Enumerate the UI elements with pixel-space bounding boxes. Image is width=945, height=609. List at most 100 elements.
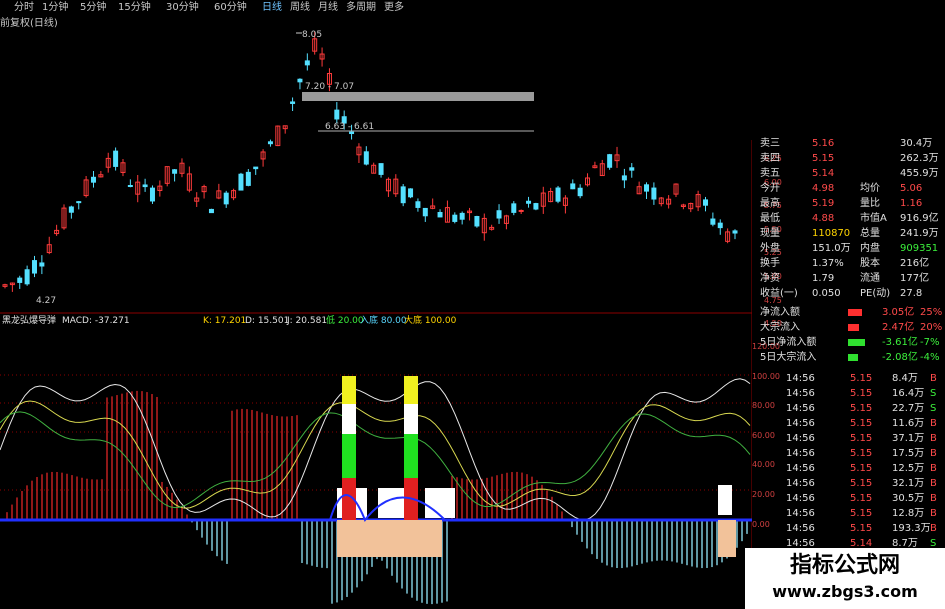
stat-label: 量比 — [860, 198, 880, 209]
period-tab-1[interactable]: 1分钟 — [42, 0, 68, 16]
candle-body — [607, 154, 613, 168]
tick-price: 5.15 — [850, 448, 873, 459]
candle-body — [334, 109, 340, 120]
chart-title-text: 前复权(日线) — [0, 18, 58, 29]
tick-row: 14:56 5.15 22.7万 S — [752, 401, 942, 416]
candle-body — [378, 163, 384, 175]
period-tab-0[interactable]: 分时 — [14, 0, 34, 16]
period-tab-5[interactable]: 60分钟 — [214, 0, 247, 16]
period-tab-2[interactable]: 5分钟 — [80, 0, 106, 16]
candle-body — [245, 171, 251, 186]
period-tab-7[interactable]: 周线 — [290, 0, 310, 16]
tower-yellow — [404, 376, 418, 404]
tick-volume: 8.4万 — [892, 373, 918, 384]
stat-value: 1.79 — [812, 273, 835, 284]
ask-row: 卖三 5.16 30.4万 — [752, 136, 942, 151]
low-price-label: 4.27 — [36, 296, 57, 306]
candle-body — [710, 218, 716, 225]
flow-value: 3.05亿 — [882, 307, 915, 318]
tick-price: 5.15 — [850, 418, 873, 429]
inflow-level: 入底 80.00 — [360, 316, 407, 326]
ask-price: 5.15 — [812, 153, 835, 164]
tick-row: 14:56 5.15 37.1万 B — [752, 431, 942, 446]
tick-row: 14:56 5.15 32.1万 B — [752, 476, 942, 491]
stat-value: 151.0万 — [812, 243, 851, 254]
ask-row: 卖五 5.14 455.9万 — [752, 166, 942, 181]
flow-row: 大宗流入 2.47亿 20% — [752, 320, 942, 335]
candle-body — [363, 151, 369, 165]
flow-row: 5日大宗流入 -2.08亿 -4% — [752, 350, 942, 365]
period-tab-8[interactable]: 月线 — [318, 0, 338, 16]
ask-volume: 455.9万 — [900, 168, 939, 179]
stat-label: 最高 — [760, 198, 780, 209]
candle-body — [142, 184, 148, 188]
ask-row: 卖四 5.15 262.3万 — [752, 151, 942, 166]
stat-label: 收益(一) — [760, 288, 798, 299]
tick-price: 5.15 — [850, 388, 873, 399]
tick-time: 14:56 — [786, 388, 815, 399]
k-value: K: 17.201 — [203, 316, 247, 326]
stat-label: 外盘 — [760, 243, 780, 254]
candle-body — [149, 187, 155, 202]
flow-label: 5日大宗流入 — [760, 352, 817, 363]
tick-time: 14:56 — [786, 373, 815, 384]
flow-bar — [848, 339, 865, 346]
candle-body — [223, 192, 229, 205]
stat-value: 177亿 — [900, 273, 930, 284]
candle-body — [238, 173, 244, 191]
flow-bar — [848, 324, 859, 331]
stat-value: 5.06 — [900, 183, 923, 194]
tick-row: 14:56 5.15 16.4万 S — [752, 386, 942, 401]
tick-time: 14:56 — [786, 448, 815, 459]
low-level: 低 20.00 — [326, 316, 364, 326]
stat-row: 换手 1.37% 股本 216亿 — [752, 256, 942, 271]
tick-volume: 22.7万 — [892, 403, 925, 414]
candle-body — [415, 201, 421, 208]
candle-body — [437, 212, 443, 218]
tick-row: 14:56 5.15 193.3万 B — [752, 521, 942, 536]
flow-bar — [848, 354, 858, 361]
chart-title: 前复权(日线) — [0, 17, 58, 31]
tick-time: 14:56 — [786, 403, 815, 414]
stat-row: 最低 4.88 市值A 916.9亿 — [752, 211, 942, 226]
stat-value: 216亿 — [900, 258, 930, 269]
macd-value: MACD: -37.271 — [62, 316, 130, 326]
stat-label: 均价 — [860, 183, 880, 194]
tick-side: B — [930, 478, 937, 489]
tick-time: 14:56 — [786, 463, 815, 474]
stat-value: 5.19 — [812, 198, 835, 209]
tick-time: 14:56 — [786, 478, 815, 489]
stat-label: 净资 — [760, 273, 780, 284]
period-tab-3[interactable]: 15分钟 — [118, 0, 151, 16]
candle-body — [267, 141, 273, 145]
signal-white — [718, 485, 732, 515]
tower-yellow — [342, 376, 356, 404]
tick-price: 5.15 — [850, 493, 873, 504]
box1-label: 7.20 - 7.07 — [305, 82, 355, 92]
period-tab-9[interactable]: 多周期 — [346, 0, 376, 16]
tower-green — [342, 434, 356, 478]
ask-price: 5.16 — [812, 138, 835, 149]
j-value: J: 20.581 — [287, 316, 328, 326]
flow-value: 2.47亿 — [882, 322, 915, 333]
candle-body — [452, 214, 458, 222]
period-tab-10[interactable]: 更多 — [384, 0, 404, 16]
stat-value: 1.37% — [812, 258, 844, 269]
ask-volume: 262.3万 — [900, 153, 939, 164]
period-tab-6[interactable]: 日线 — [262, 0, 282, 16]
stat-row: 最高 5.19 量比 1.16 — [752, 196, 942, 211]
candle-body — [511, 203, 517, 213]
stat-row: 外盘 151.0万 内盘 909351 — [752, 241, 942, 256]
candle-body — [349, 131, 355, 135]
chart-canvas[interactable] — [0, 0, 752, 609]
stat-value: 0.050 — [812, 288, 841, 299]
tower-white — [404, 404, 418, 434]
ask-label: 卖四 — [760, 153, 780, 164]
ask-volume: 30.4万 — [900, 138, 933, 149]
signal-white — [425, 488, 455, 518]
flow-row: 净流入额 3.05亿 25% — [752, 305, 942, 320]
period-toolbar: 分时 1分钟 5分钟 15分钟 30分钟 60分钟 日线 周线 月线 多周期 更多 — [0, 0, 540, 16]
period-tab-4[interactable]: 30分钟 — [166, 0, 199, 16]
flow-value: -2.08亿 — [882, 352, 918, 363]
tick-time: 14:56 — [786, 418, 815, 429]
